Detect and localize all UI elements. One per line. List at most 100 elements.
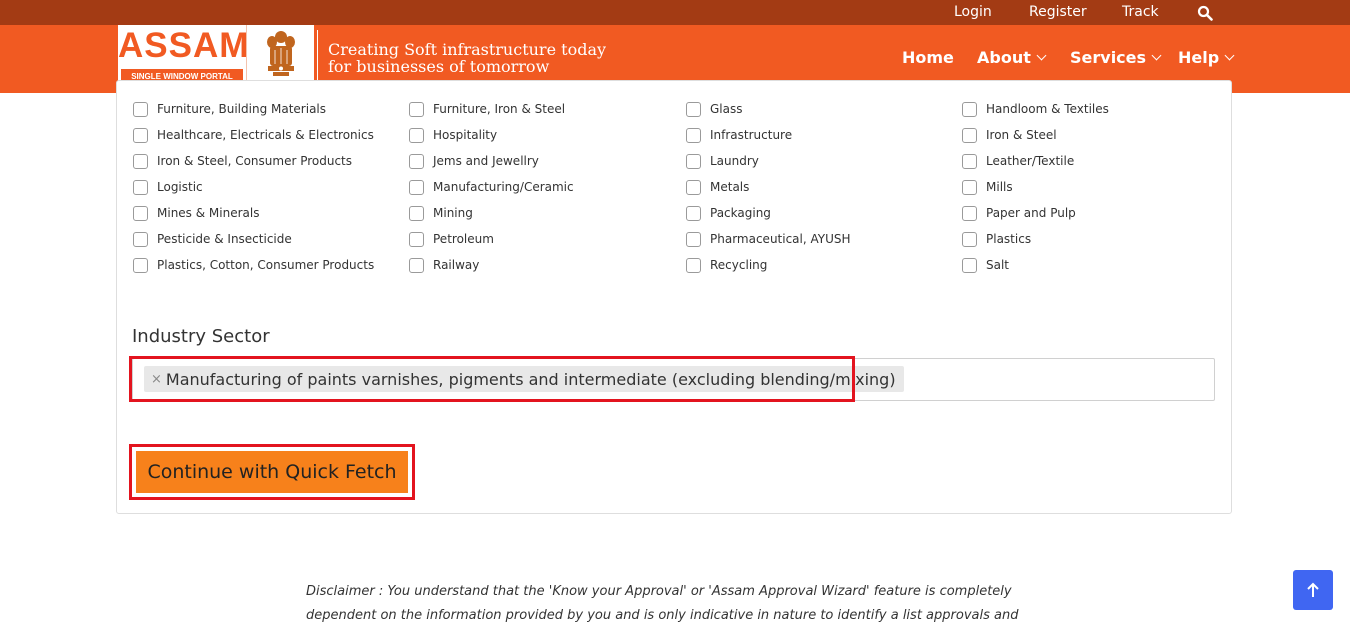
category-checkbox[interactable] bbox=[133, 231, 148, 247]
category-checkbox[interactable] bbox=[686, 153, 701, 169]
disclaimer-text: Disclaimer : You understand that the 'Kn… bbox=[306, 584, 1019, 623]
category-option[interactable]: Pharmaceutical, AYUSH bbox=[686, 230, 851, 248]
category-label: Laundry bbox=[710, 154, 759, 168]
category-checkbox[interactable] bbox=[962, 231, 977, 247]
category-checkbox[interactable] bbox=[686, 231, 701, 247]
category-checkbox[interactable] bbox=[686, 205, 701, 221]
category-checkbox[interactable] bbox=[962, 179, 977, 195]
category-checkbox[interactable] bbox=[409, 179, 424, 195]
category-checkbox[interactable] bbox=[133, 205, 148, 221]
top-utility-bar: Login Register Track bbox=[0, 0, 1350, 25]
nav-home[interactable]: Home bbox=[902, 48, 954, 67]
category-label: Metals bbox=[710, 180, 750, 194]
category-option[interactable]: Salt bbox=[962, 256, 1009, 274]
category-checkbox[interactable] bbox=[133, 153, 148, 169]
category-checkbox[interactable] bbox=[409, 153, 424, 169]
chevron-down-icon bbox=[1036, 50, 1047, 61]
tagline-line-2: for businesses of tomorrow bbox=[328, 57, 550, 76]
category-label: Mining bbox=[433, 206, 473, 220]
category-option[interactable]: Plastics bbox=[962, 230, 1031, 248]
category-checkbox[interactable] bbox=[686, 101, 701, 117]
category-label: Pharmaceutical, AYUSH bbox=[710, 232, 851, 246]
selected-sector-text: Manufacturing of paints varnishes, pigme… bbox=[165, 369, 896, 389]
category-option[interactable]: Iron & Steel bbox=[962, 126, 1057, 144]
category-label: Furniture, Iron & Steel bbox=[433, 102, 566, 116]
chevron-down-icon bbox=[1224, 50, 1235, 61]
category-option[interactable]: Furniture, Iron & Steel bbox=[409, 100, 565, 118]
category-checkbox[interactable] bbox=[962, 257, 977, 273]
track-link[interactable]: Track bbox=[1122, 4, 1159, 20]
category-option[interactable]: Iron & Steel, Consumer Products bbox=[133, 152, 352, 170]
nav-help[interactable]: Help bbox=[1178, 48, 1235, 67]
category-label: Hospitality bbox=[433, 128, 498, 142]
category-label: Logistic bbox=[157, 180, 203, 194]
category-label: Iron & Steel bbox=[986, 128, 1057, 142]
category-option[interactable]: Glass bbox=[686, 100, 743, 118]
category-checkbox[interactable] bbox=[686, 257, 701, 273]
category-label: Healthcare, Electricals & Electronics bbox=[157, 128, 374, 142]
category-checkbox[interactable] bbox=[686, 127, 701, 143]
category-checkbox[interactable] bbox=[686, 179, 701, 195]
category-option[interactable]: Furniture, Building Materials bbox=[133, 100, 326, 118]
category-checkbox[interactable] bbox=[409, 205, 424, 221]
category-label: Paper and Pulp bbox=[986, 206, 1076, 220]
nav-services-label: Services bbox=[1070, 48, 1147, 67]
nav-about[interactable]: About bbox=[977, 48, 1047, 67]
selected-sector-chip: × Manufacturing of paints varnishes, pig… bbox=[144, 366, 904, 392]
category-option[interactable]: Hospitality bbox=[409, 126, 497, 144]
remove-chip-icon[interactable]: × bbox=[151, 372, 162, 387]
category-checkbox[interactable] bbox=[133, 101, 148, 117]
logo-title: ASSAM bbox=[118, 26, 250, 65]
category-checkbox[interactable] bbox=[133, 127, 148, 143]
category-option[interactable]: Packaging bbox=[686, 204, 771, 222]
category-label: Plastics bbox=[986, 232, 1032, 246]
register-link[interactable]: Register bbox=[1029, 4, 1087, 20]
category-label: Furniture, Building Materials bbox=[157, 102, 327, 116]
category-option[interactable]: Mining bbox=[409, 204, 473, 222]
category-option[interactable]: Handloom & Textiles bbox=[962, 100, 1109, 118]
lion-capital-emblem-icon bbox=[267, 31, 295, 76]
category-label: Plastics, Cotton, Consumer Products bbox=[157, 258, 375, 272]
category-option[interactable]: Mines & Minerals bbox=[133, 204, 259, 222]
category-option[interactable]: Petroleum bbox=[409, 230, 494, 248]
category-label: Iron & Steel, Consumer Products bbox=[157, 154, 353, 168]
category-option[interactable]: Pesticide & Insecticide bbox=[133, 230, 292, 248]
category-option[interactable]: Jems and Jewellry bbox=[409, 152, 539, 170]
category-option[interactable]: Plastics, Cotton, Consumer Products bbox=[133, 256, 374, 274]
category-checkbox[interactable] bbox=[133, 257, 148, 273]
category-option[interactable]: Metals bbox=[686, 178, 749, 196]
portal-tagline: Creating Soft infrastructure today for b… bbox=[328, 41, 606, 75]
category-option[interactable]: Mills bbox=[962, 178, 1013, 196]
category-label: Mines & Minerals bbox=[157, 206, 260, 220]
category-checkbox[interactable] bbox=[962, 153, 977, 169]
continue-quick-fetch-button[interactable]: Continue with Quick Fetch bbox=[136, 451, 408, 493]
search-icon[interactable] bbox=[1197, 5, 1213, 21]
category-option[interactable]: Recycling bbox=[686, 256, 767, 274]
category-option[interactable]: Railway bbox=[409, 256, 479, 274]
category-option[interactable]: Healthcare, Electricals & Electronics bbox=[133, 126, 374, 144]
login-link[interactable]: Login bbox=[954, 4, 992, 20]
category-label: Petroleum bbox=[433, 232, 494, 246]
nav-services[interactable]: Services bbox=[1070, 48, 1162, 67]
category-option[interactable]: Logistic bbox=[133, 178, 203, 196]
category-option[interactable]: Leather/Textile bbox=[962, 152, 1074, 170]
category-option[interactable]: Manufacturing/Ceramic bbox=[409, 178, 574, 196]
category-checkbox[interactable] bbox=[962, 101, 977, 117]
category-option[interactable]: Paper and Pulp bbox=[962, 204, 1076, 222]
category-label: Mills bbox=[986, 180, 1013, 194]
category-label: Packaging bbox=[710, 206, 771, 220]
category-checkbox[interactable] bbox=[962, 127, 977, 143]
category-checkbox[interactable] bbox=[962, 205, 977, 221]
tagline-line-1: Creating Soft infrastructure today bbox=[328, 40, 607, 59]
category-checkbox[interactable] bbox=[133, 179, 148, 195]
nav-about-label: About bbox=[977, 48, 1031, 67]
category-checkbox[interactable] bbox=[409, 101, 424, 117]
category-checkbox[interactable] bbox=[409, 231, 424, 247]
category-option[interactable]: Infrastructure bbox=[686, 126, 792, 144]
industry-sector-label: Industry Sector bbox=[132, 326, 270, 347]
scroll-to-top-button[interactable] bbox=[1293, 570, 1333, 610]
category-checkbox[interactable] bbox=[409, 127, 424, 143]
category-checkbox[interactable] bbox=[409, 257, 424, 273]
category-option[interactable]: Laundry bbox=[686, 152, 759, 170]
category-label: Jems and Jewellry bbox=[433, 154, 539, 168]
